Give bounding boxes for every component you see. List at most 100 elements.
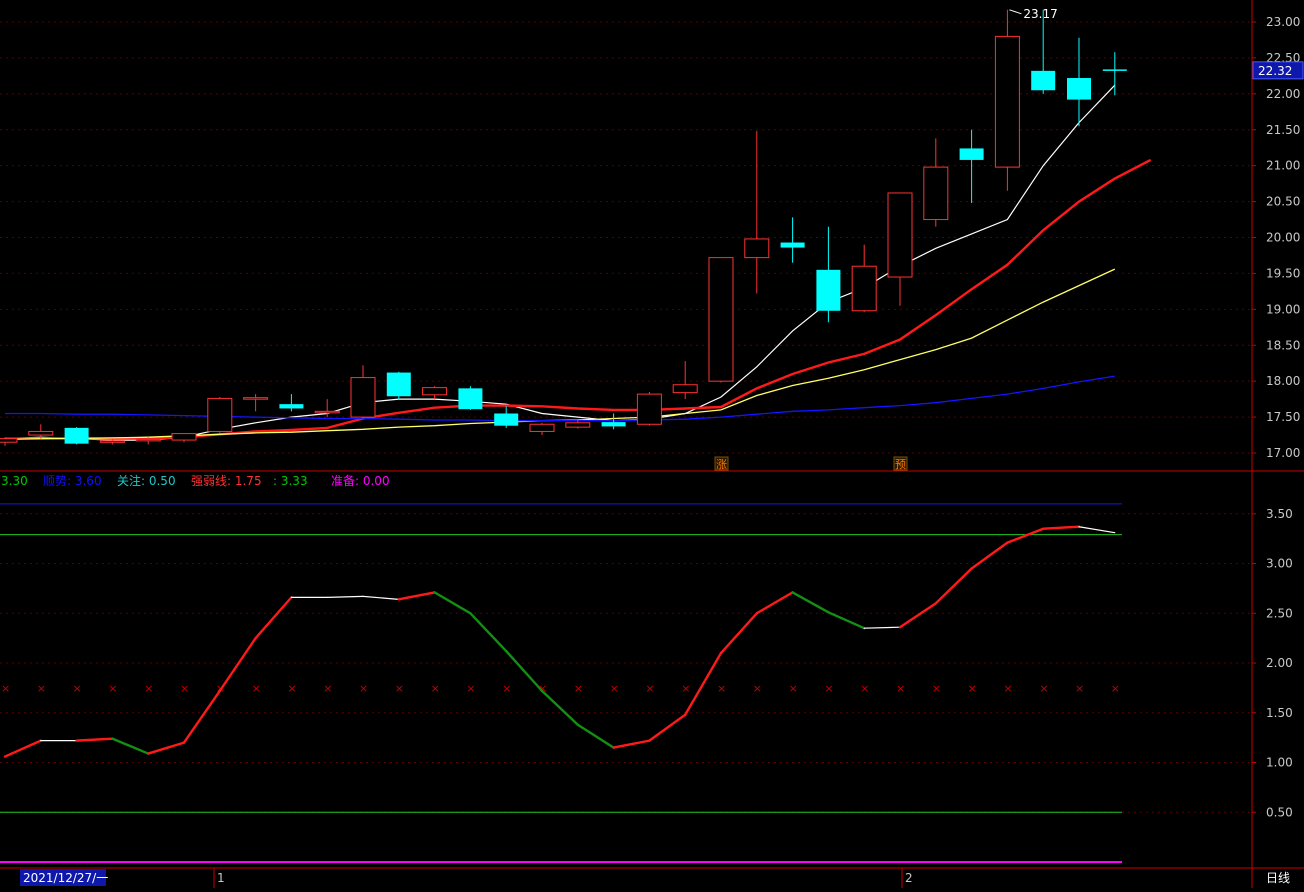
indicator-axis-label: 3.50 bbox=[1266, 507, 1293, 521]
price-axis-label: 17.00 bbox=[1266, 446, 1300, 460]
cross-marker: × bbox=[789, 682, 798, 695]
cross-marker: × bbox=[1075, 682, 1084, 695]
indicator-legend-item: 关注: 0.50 bbox=[117, 473, 176, 488]
indicator-legend-item: 准备: 0.00 bbox=[331, 474, 390, 488]
price-axis-label: 20.00 bbox=[1266, 231, 1300, 245]
cross-marker: × bbox=[645, 682, 654, 695]
strength-line-segment bbox=[970, 541, 1009, 570]
cross-marker: × bbox=[1, 682, 10, 695]
cross-marker: × bbox=[359, 682, 368, 695]
cross-marker: × bbox=[252, 682, 261, 695]
indicator-axis-label: 2.00 bbox=[1266, 656, 1293, 670]
cross-marker: × bbox=[932, 682, 941, 695]
price-axis-label: 19.50 bbox=[1266, 266, 1300, 280]
cross-marker: × bbox=[753, 682, 762, 695]
high-annotation-pointer bbox=[1009, 9, 1022, 15]
cross-marker: × bbox=[287, 682, 296, 695]
cross-marker: × bbox=[1003, 682, 1012, 695]
cross-marker: × bbox=[968, 682, 977, 695]
price-axis-label: 23.00 bbox=[1266, 15, 1300, 29]
candle-body-down bbox=[780, 242, 805, 248]
candle-body-up bbox=[744, 238, 770, 259]
candle-body-up bbox=[314, 410, 340, 414]
candle-body-up bbox=[529, 423, 555, 432]
indicator-legend-item: : 3.33 bbox=[273, 474, 308, 488]
price-axis-label: 20.50 bbox=[1266, 195, 1300, 209]
month-label: 2 bbox=[905, 871, 913, 885]
indicator-legend-item: 顺势: 3.60 bbox=[43, 474, 102, 488]
candle-body-up bbox=[99, 440, 125, 443]
current-price-label: 22.32 bbox=[1258, 64, 1292, 78]
strength-line-segment bbox=[146, 741, 186, 755]
candle-body-up bbox=[171, 433, 197, 441]
strength-line-segment bbox=[75, 737, 114, 742]
strength-line-segment bbox=[827, 611, 866, 630]
candle-body-up bbox=[708, 257, 734, 382]
candle-body-up bbox=[243, 397, 269, 400]
indicator-axis-label: 1.50 bbox=[1266, 706, 1293, 720]
candle-body-up bbox=[672, 384, 698, 394]
period-label: 日线 bbox=[1266, 871, 1290, 885]
candle-body-down bbox=[601, 422, 626, 427]
strength-line-segment bbox=[254, 596, 293, 640]
strength-line-segment bbox=[934, 567, 973, 605]
cross-marker: × bbox=[323, 682, 332, 695]
indicator-axis-label: 0.50 bbox=[1266, 805, 1293, 819]
cross-marker: × bbox=[574, 682, 583, 695]
strength-line-segment bbox=[648, 713, 687, 742]
candle-body-up bbox=[923, 166, 949, 221]
cross-marker: × bbox=[681, 682, 690, 695]
candle-body-up bbox=[207, 397, 233, 432]
cross-marker: × bbox=[1111, 682, 1120, 695]
cross-marker: × bbox=[144, 682, 153, 695]
cross-marker: × bbox=[502, 682, 511, 695]
strength-line-segment bbox=[362, 595, 400, 600]
candle-body-up bbox=[28, 430, 54, 436]
cross-marker: × bbox=[610, 682, 619, 695]
cross-marker: × bbox=[1039, 682, 1048, 695]
stock-chart[interactable]: 23.00 2 2.50 22.00 21.50 21.00 20.50 20.00 19.50… bbox=[0, 0, 1304, 888]
strength-line-segment bbox=[755, 591, 794, 615]
price-axis-label: 18.50 bbox=[1266, 338, 1300, 352]
candle-body-down bbox=[386, 372, 411, 397]
cross-marker: × bbox=[860, 682, 869, 695]
strength-line-segment bbox=[505, 649, 544, 693]
strength-line-segment bbox=[1041, 525, 1081, 530]
candle-body-up bbox=[135, 438, 161, 442]
strength-line-segment bbox=[540, 689, 579, 726]
price-axis-label: 18.00 bbox=[1266, 374, 1300, 388]
cross-marker: × bbox=[73, 682, 82, 695]
high-annotation: 23.17 bbox=[1023, 7, 1057, 21]
strength-line-segment bbox=[111, 737, 150, 755]
candle-body-down bbox=[1102, 69, 1127, 71]
candle-marker: 涨 bbox=[716, 458, 727, 471]
strength-line-segment bbox=[397, 591, 436, 601]
price-axis-label: 21.50 bbox=[1266, 123, 1300, 137]
candle-body-down bbox=[458, 388, 483, 410]
candle-body-down bbox=[816, 269, 841, 311]
strength-line-segment bbox=[684, 651, 723, 716]
strength-line-segment bbox=[719, 612, 758, 655]
candle-body-up bbox=[565, 422, 591, 428]
cross-marker: × bbox=[37, 682, 46, 695]
candle-marker: 预 bbox=[895, 458, 906, 471]
ma5-line bbox=[4, 84, 1116, 441]
price-axis-label: 21.00 bbox=[1266, 159, 1300, 173]
candle-body-down bbox=[959, 148, 984, 160]
ma60-line bbox=[5, 375, 1115, 422]
cross-marker: × bbox=[896, 682, 905, 695]
strength-line-segment bbox=[1078, 526, 1116, 534]
strength-line-segment bbox=[182, 689, 222, 744]
strength-line-segment bbox=[576, 723, 615, 749]
strength-line-segment bbox=[218, 636, 257, 693]
time-axis-date-label: 2021/12/27/一 bbox=[23, 871, 108, 885]
cross-marker: × bbox=[717, 682, 726, 695]
candle-body-down bbox=[1067, 78, 1091, 100]
indicator-axis-label: 3.00 bbox=[1266, 557, 1293, 571]
candle-body-up bbox=[350, 377, 376, 418]
strength-line-segment bbox=[863, 626, 901, 629]
candle-body-up bbox=[851, 265, 877, 312]
candle-body-up bbox=[887, 192, 913, 278]
strength-line-segment bbox=[1006, 527, 1045, 544]
strength-line-segment bbox=[469, 612, 508, 653]
